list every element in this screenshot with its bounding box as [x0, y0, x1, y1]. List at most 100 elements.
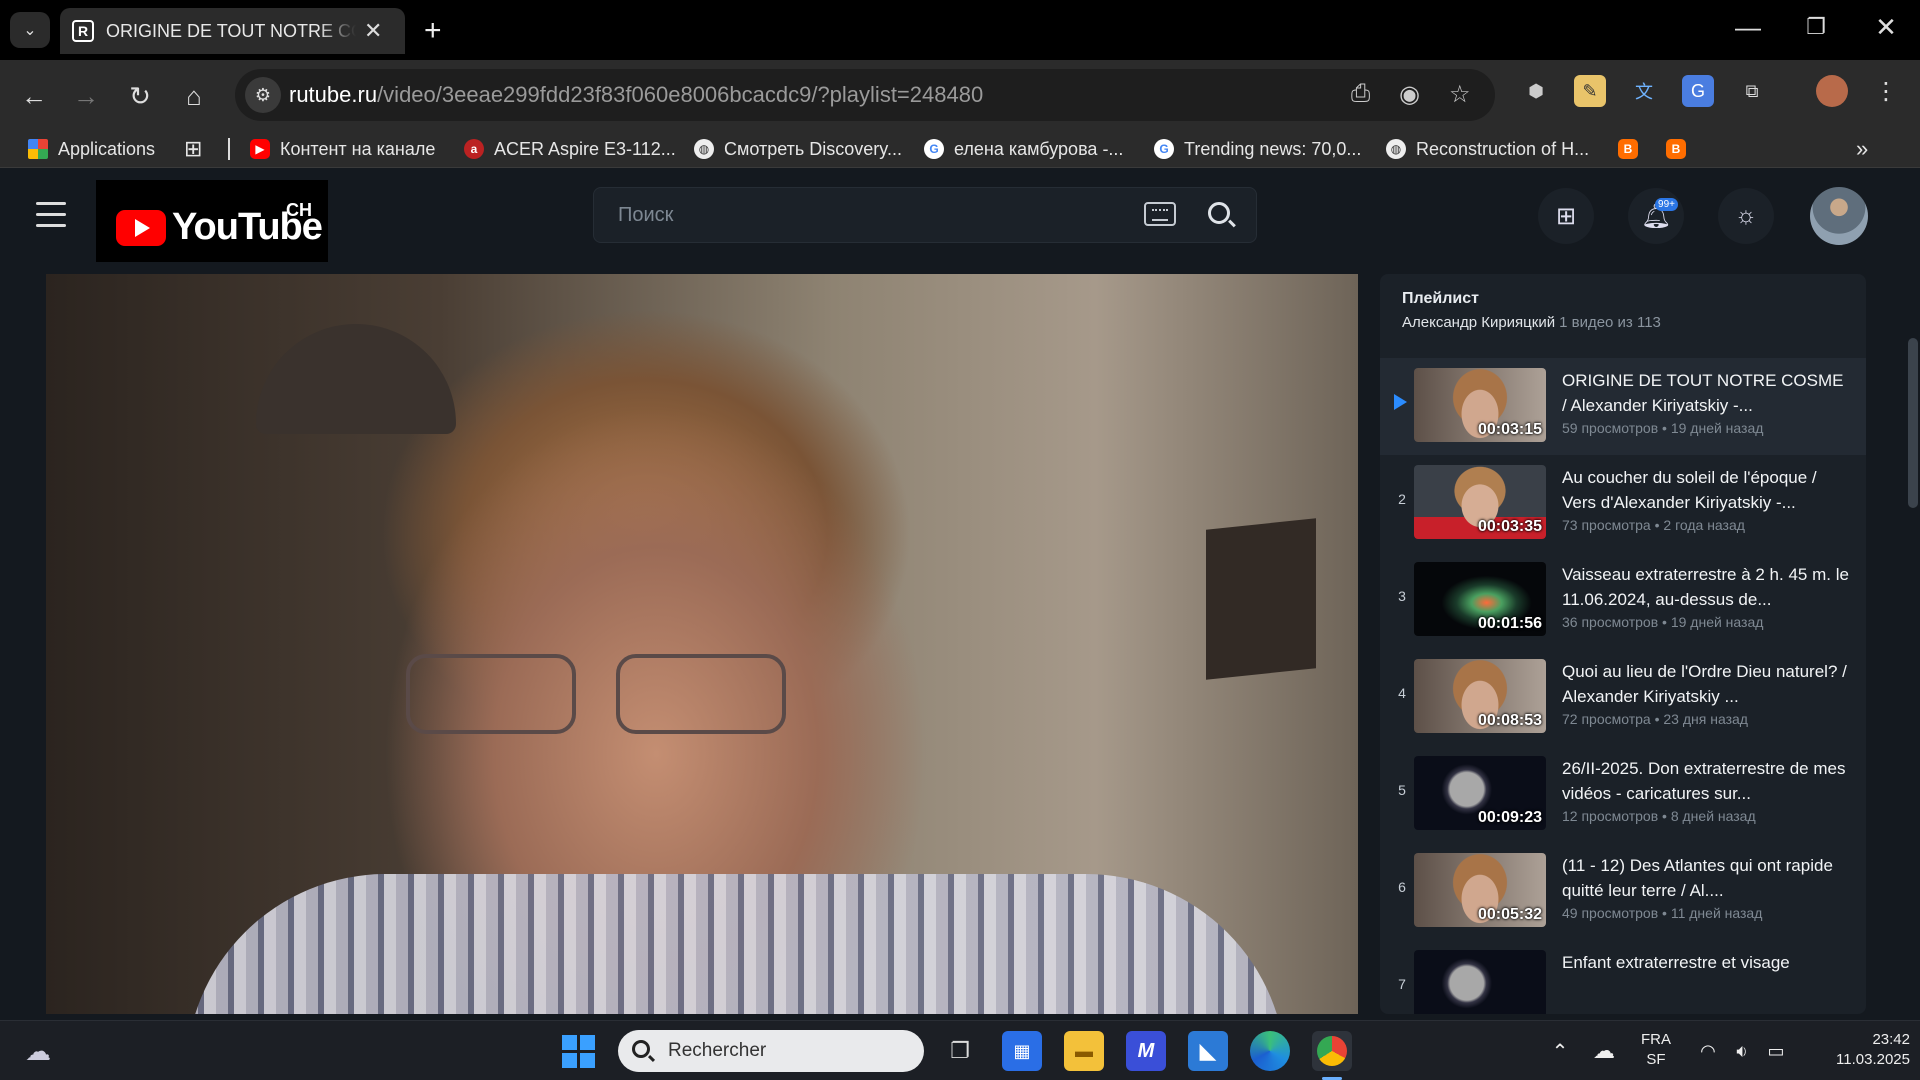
extension-book-icon[interactable]: ✎ [1574, 75, 1606, 107]
playlist-item-index: 2 [1398, 491, 1406, 507]
google-translate-icon[interactable]: G [1682, 75, 1714, 107]
taskbar-search-input[interactable]: Rechercher [618, 1030, 924, 1072]
bookmark-blogger-1[interactable]: B [1618, 134, 1648, 164]
notifications-button[interactable]: 🔔︎ 99+ [1628, 188, 1684, 244]
search-icon[interactable] [1208, 202, 1230, 224]
extension-shield-icon[interactable]: ⬢ [1520, 75, 1552, 107]
file-explorer-icon[interactable]: ▬ [1064, 1031, 1104, 1071]
bookmark-channel-content[interactable]: ▶ Контент на канале [250, 134, 435, 164]
theme-toggle-button[interactable]: ☼ [1718, 188, 1774, 244]
playlist-author[interactable]: Александр Кирияцкий [1402, 314, 1555, 331]
page-scrollbar[interactable] [1908, 338, 1918, 508]
profile-avatar-icon[interactable] [1816, 75, 1848, 107]
restore-window-button[interactable]: ❐ [1796, 14, 1836, 40]
microsoft-store-icon[interactable]: ▦ [1002, 1031, 1042, 1071]
menu-hamburger-icon[interactable] [36, 202, 66, 235]
windows-taskbar: ☁ Rechercher ❐ ▦ ▬ M ◣ ⌃ ☁ FRA SF ◠ 🔉︎ ▭… [0, 1020, 1920, 1080]
reload-button[interactable]: ↻ [120, 76, 160, 116]
playlist-item-title[interactable]: Quoi au lieu de l'Ordre Dieu naturel? / … [1562, 659, 1852, 709]
meta-separator: • [1658, 614, 1671, 630]
playlist-item[interactable]: 5 00:09:23 26/II-2025. Don extraterrestre … [1380, 746, 1866, 843]
edge-browser-icon[interactable] [1250, 1031, 1290, 1071]
bookmark-label: Trending news: 70,0... [1184, 138, 1362, 159]
app-m-icon[interactable]: M [1126, 1031, 1166, 1071]
input-language-indicator[interactable]: FRA SF [1636, 1030, 1676, 1070]
bookmark-kamburova[interactable]: G елена камбурова -... [924, 134, 1123, 164]
address-bar[interactable]: ⚙ rutube.ru/video/3eeae299fdd23f83f060e8… [235, 69, 1495, 121]
video-player[interactable] [46, 274, 1358, 1014]
bookmark-trending-news[interactable]: G Trending news: 70,0... [1154, 134, 1361, 164]
chrome-app-taskbar-button[interactable] [1312, 1031, 1352, 1071]
forward-button[interactable]: → [66, 76, 106, 116]
close-tab-icon[interactable]: ✕ [364, 18, 382, 44]
video-duration: 00:08:53 [1477, 712, 1542, 729]
url-text[interactable]: rutube.ru/video/3eeae299fdd23f83f060e800… [289, 82, 983, 108]
weather-cloud-icon[interactable]: ☁ [18, 1031, 58, 1071]
playlist-item-thumbnail[interactable]: 00:09:23 [1414, 756, 1546, 830]
bookmark-blogger-2[interactable]: B [1666, 134, 1696, 164]
avatar[interactable] [1810, 187, 1868, 245]
show-hidden-icons-chevron-icon[interactable]: ⌃ [1540, 1031, 1580, 1071]
more-bookmarks-chevron-icon[interactable]: » [1856, 134, 1868, 164]
bookmark-divider [228, 138, 230, 160]
video-frame-glasses [406, 654, 826, 744]
upload-age: 8 дней назад [1670, 808, 1756, 824]
playlist-item[interactable]: 2 00:03:35 Au coucher du soleil de l'époqu… [1380, 455, 1866, 552]
back-button[interactable]: ← [14, 76, 54, 116]
battery-icon[interactable]: ▭ [1756, 1031, 1796, 1071]
tracking-protection-icon[interactable]: ◉ [1399, 80, 1420, 109]
install-app-icon[interactable]: ⎙ [1351, 80, 1370, 108]
youtube-logo[interactable]: YouTube CH [96, 180, 328, 262]
playlist-item[interactable]: 6 00:05:32 (11 - 12) Des Atlantes qui ont … [1380, 843, 1866, 940]
playlist-item-title[interactable]: (11 - 12) Des Atlantes qui ont rapide qu… [1562, 853, 1852, 903]
browser-tab-active[interactable]: R ORIGINE DE TOUT NOTRE COSME ✕ [60, 8, 405, 54]
windows-start-icon[interactable] [558, 1031, 598, 1071]
upload-button[interactable]: ⊞ [1538, 188, 1594, 244]
bookmark-star-icon[interactable]: ☆ [1449, 80, 1471, 109]
playlist-item-thumbnail[interactable]: 00:03:15 [1414, 368, 1546, 442]
browser-menu-icon[interactable]: ⋮ [1870, 75, 1902, 107]
playlist-item-title[interactable]: 26/II-2025. Don extraterrestre de mes vi… [1562, 756, 1852, 806]
playlist-item-thumbnail[interactable]: 00:08:53 [1414, 659, 1546, 733]
task-view-icon[interactable]: ❐ [940, 1031, 980, 1071]
new-tab-button[interactable]: + [424, 14, 442, 48]
playlist-item-title[interactable]: Vaisseau extraterrestre à 2 h. 45 m. le … [1562, 562, 1852, 612]
tab-groups-button[interactable]: ⊞ [184, 134, 202, 164]
playlist-item-title[interactable]: Au coucher du soleil de l'époque / Vers … [1562, 465, 1852, 515]
onedrive-cloud-icon[interactable]: ☁ [1584, 1031, 1624, 1071]
search-input[interactable]: Поиск [593, 187, 1257, 243]
home-button[interactable]: ⌂ [174, 76, 214, 116]
bookmark-reconstruction[interactable]: ◍ Reconstruction of H... [1386, 134, 1589, 164]
playlist-item-meta: 49 просмотров • 11 дней назад [1562, 905, 1852, 921]
playlist-item-thumbnail[interactable]: 00:03:35 [1414, 465, 1546, 539]
playlist-item[interactable]: 4 00:08:53 Quoi au lieu de l'Ordre Dieu na… [1380, 649, 1866, 746]
playlist-item-thumbnail[interactable]: 00:01:56 [1414, 562, 1546, 636]
url-path: /video/3eeae299fdd23f83f060e8006bcacdc9/… [377, 82, 984, 107]
photos-icon[interactable]: ◣ [1188, 1031, 1228, 1071]
sun-icon: ☼ [1735, 202, 1757, 229]
playlist-item-meta: 36 просмотров • 19 дней назад [1562, 614, 1852, 630]
tab-search-button[interactable]: ⌄ [10, 12, 50, 48]
video-frame-lamp [256, 324, 456, 434]
playlist-item[interactable]: 7 Enfant extraterrestre et visage [1380, 940, 1866, 1014]
playlist-item-thumbnail[interactable] [1414, 950, 1546, 1014]
playlist-item[interactable]: 00:03:15 ORIGINE DE TOUT NOTRE COSME / Al… [1380, 358, 1866, 455]
playlist-item-thumbnail[interactable]: 00:05:32 [1414, 853, 1546, 927]
google-icon: G [924, 139, 944, 159]
upload-age: 11 дней назад [1670, 905, 1763, 921]
playlist-item-title[interactable]: ORIGINE DE TOUT NOTRE COSME / Alexander … [1562, 368, 1852, 418]
extension-translate-icon[interactable]: 文 [1628, 75, 1660, 107]
bookmark-label: Applications [58, 138, 156, 159]
minimize-window-button[interactable]: — [1728, 12, 1768, 43]
upload-age: 23 дня назад [1663, 711, 1748, 727]
keyboard-icon[interactable] [1144, 202, 1176, 226]
bookmark-acer[interactable]: a ACER Aspire E3-112... [464, 134, 676, 164]
site-info-icon[interactable]: ⚙ [245, 77, 281, 113]
playlist-item[interactable]: 3 00:01:56 Vaisseau extraterrestre à 2 h. … [1380, 552, 1866, 649]
close-window-button[interactable]: ✕ [1866, 12, 1906, 43]
clock[interactable]: 23:42 11.03.2025 [1800, 1030, 1910, 1070]
bookmark-discovery[interactable]: ◍ Смотреть Discovery... [694, 134, 902, 164]
playlist-item-title[interactable]: Enfant extraterrestre et visage [1562, 950, 1852, 1000]
bookmark-applications[interactable]: Applications [28, 134, 155, 164]
extensions-puzzle-icon[interactable]: ⧉ [1736, 75, 1768, 107]
